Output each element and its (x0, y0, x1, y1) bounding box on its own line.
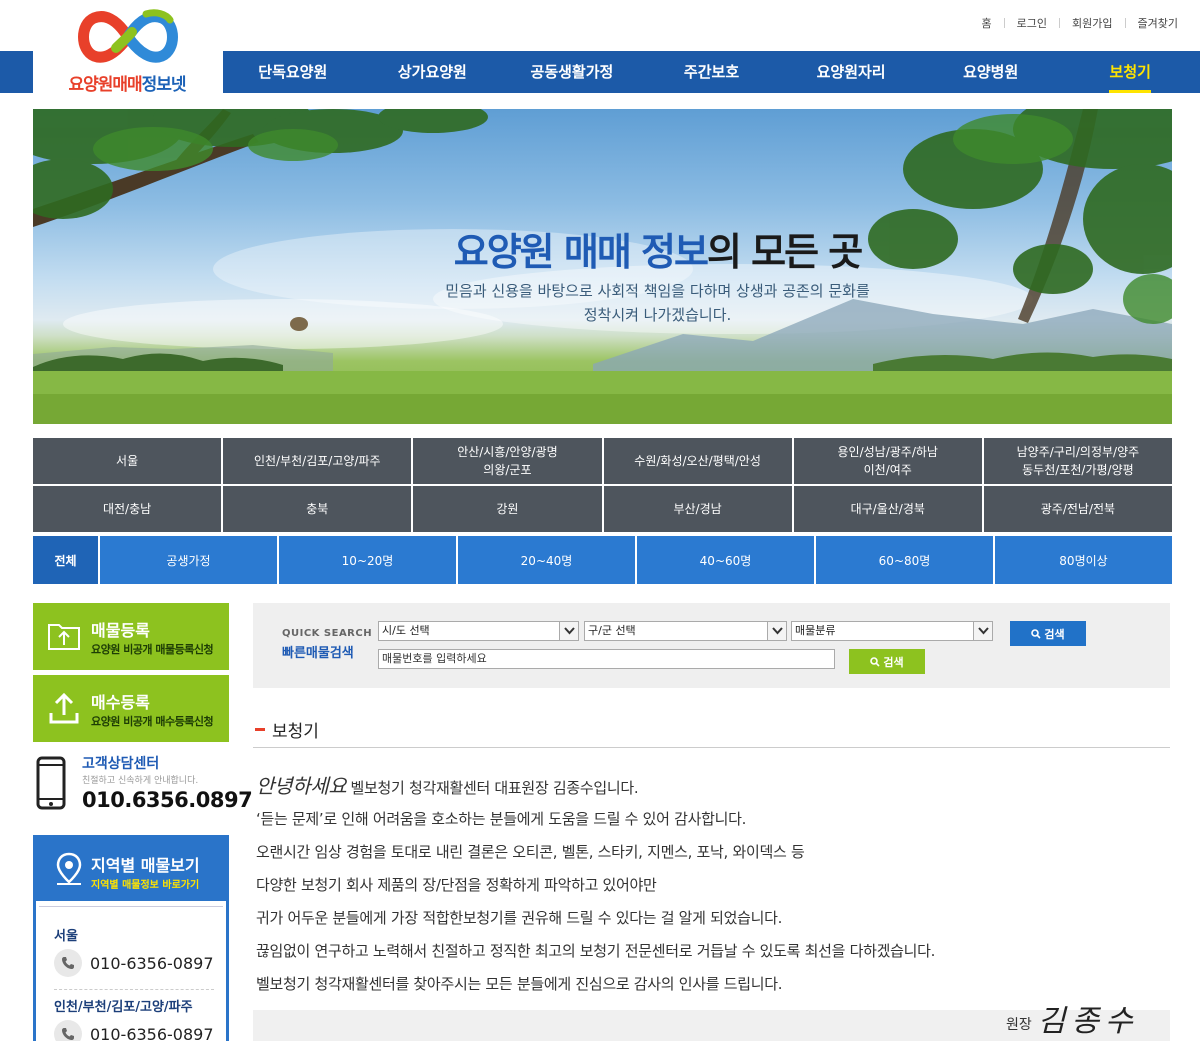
capacity-80-plus[interactable]: 80명이상 (995, 536, 1172, 584)
search-icon (1031, 628, 1041, 639)
greeting-line: 끊임없이 연구하고 노력해서 친절하고 정직한 최고의 보청기 전문센터로 거듭… (256, 942, 936, 960)
bookmark-link[interactable]: 즐겨찾기 (1126, 15, 1178, 31)
item-number-search-button[interactable]: 검색 (849, 649, 925, 674)
region-namyangju[interactable]: 남양주/구리/의정부/양주 동두천/포천/가평/양평 (983, 438, 1172, 484)
section-header: 보청기 (253, 715, 1170, 748)
signup-link[interactable]: 회원가입 (1060, 15, 1124, 31)
nav-item-day-care[interactable]: 주간보호 (642, 51, 782, 93)
banner-headline-rest: 의 모든 곳 (706, 230, 863, 274)
main-nav: 단독요양원 상가요양원 공동생활가정 주간보호 요양원자리 요양병원 보청기 (221, 51, 1200, 93)
greeting-line: ‘듣는 문제’로 인해 어려움을 호소하는 분들에게 도움을 드릴 수 있어 감… (256, 810, 747, 828)
greeting-line: 벨보청기 청각재활센터 대표원장 김종수입니다. (350, 779, 639, 797)
regional-listings-desc: 지역별 매물정보 바로가기 (91, 880, 200, 891)
area-phone-seoul[interactable]: 010-6356-0897 (54, 949, 214, 977)
mobile-phone-icon (36, 756, 66, 810)
register-listing-desc: 요양원 비공개 매물등록신청 (91, 643, 214, 656)
region-daejeon[interactable]: 대전/충남 (33, 486, 222, 532)
region-busan[interactable]: 부산/경남 (603, 486, 792, 532)
region-gangwon[interactable]: 강원 (413, 486, 602, 532)
register-purchase-desc: 요양원 비공개 매수등록신청 (91, 715, 214, 728)
folder-upload-icon (48, 624, 80, 650)
search-icon (870, 656, 880, 667)
chevron-down-icon (767, 622, 786, 640)
region-daegu[interactable]: 대구/울산/경북 (793, 486, 982, 532)
register-listing-button[interactable]: 매물등록 요양원 비공개 매물등록신청 (33, 603, 229, 670)
region-chungbuk[interactable]: 충북 (223, 486, 412, 532)
item-number-input[interactable]: 매물번호를 입력하세요 (378, 649, 835, 669)
top-links: 홈 로그인 회원가입 즐겨찾기 (970, 15, 1178, 31)
customer-center-title: 고객상담센터 (82, 756, 160, 772)
sido-select[interactable]: 시/도 선택 (378, 621, 579, 641)
capacity-40-60[interactable]: 40~60명 (637, 536, 814, 584)
section-title: 보청기 (272, 722, 319, 742)
director-signature: 원장 김종수 (1006, 996, 1139, 1040)
nav-item-nursing-home-site[interactable]: 요양원자리 (781, 51, 921, 93)
capacity-60-80[interactable]: 60~80명 (816, 536, 993, 584)
home-link[interactable]: 홈 (970, 15, 1004, 31)
region-suwon[interactable]: 수원/화성/오산/평택/안성 (603, 438, 792, 484)
greeting-script: 안녕하세요 (256, 774, 347, 798)
region-ansan[interactable]: 안산/시흥/안양/광명 의왕/군포 (413, 438, 602, 484)
logo-text-part1: 요양원매매 (68, 75, 142, 95)
nav-item-standalone-nursing-home[interactable]: 단독요양원 (223, 51, 363, 93)
logo-text-part2: 정보넷 (141, 75, 187, 95)
banner-headline-highlight: 요양원 매매 정보 (453, 230, 709, 274)
greeting-line: 귀가 어두운 분들에게 가장 적합한보청기를 권유해 드릴 수 있다는 걸 알게… (256, 909, 783, 927)
nav-item-commercial-nursing-home[interactable]: 상가요양원 (363, 51, 503, 93)
capacity-filter-row: 전체 공생가정 10~20명 20~40명 40~60명 60~80명 80명이… (33, 536, 1172, 584)
area-region-incheon: 인천/부천/김포/고양/파주 (54, 1000, 193, 1015)
category-select[interactable]: 매물분류 (791, 621, 993, 641)
region-grid: 서울 인천/부천/김포/고양/파주 안산/시흥/안양/광명 의왕/군포 수원/화… (33, 438, 1172, 532)
register-purchase-title: 매수등록 (91, 693, 150, 712)
register-purchase-button[interactable]: 매수등록 요양원 비공개 매수등록신청 (33, 675, 229, 742)
region-gwangju[interactable]: 광주/전남/전북 (983, 486, 1172, 532)
area-region-seoul: 서울 (54, 929, 78, 944)
greeting-line: 다양한 보청기 회사 제품의 장/단점을 정확하게 파악하고 있어야만 (256, 876, 657, 894)
capacity-all[interactable]: 전체 (33, 536, 98, 584)
site-logo[interactable]: 요양원매매정보넷 (33, 0, 221, 102)
capacity-group-home[interactable]: 공생가정 (100, 536, 277, 584)
region-seoul[interactable]: 서울 (33, 438, 222, 484)
map-pin-icon (56, 852, 82, 885)
capacity-20-40[interactable]: 20~40명 (458, 536, 635, 584)
search-button[interactable]: 검색 (1010, 621, 1086, 646)
capacity-10-20[interactable]: 10~20명 (279, 536, 456, 584)
phone-icon (54, 949, 82, 977)
regional-listings-title: 지역별 매물보기 (91, 856, 200, 875)
customer-center-desc: 친절하고 신속하게 안내합니다. (82, 776, 199, 786)
nav-item-nursing-hospital[interactable]: 요양병원 (921, 51, 1061, 93)
banner-subtitle-line2: 정착시켜 나가겠습니다. (583, 306, 732, 324)
chevron-down-icon (559, 622, 578, 640)
title-marker-icon (255, 728, 265, 731)
regional-listings-header[interactable]: 지역별 매물보기 지역별 매물정보 바로가기 (36, 838, 226, 901)
infinity-logo-icon (78, 9, 178, 63)
chevron-down-icon (973, 622, 992, 640)
regional-listings-box: 지역별 매물보기 지역별 매물정보 바로가기 서울 010-6356-0897 … (33, 835, 229, 1041)
nav-item-group-home[interactable]: 공동생활가정 (502, 51, 642, 93)
signature-role: 원장 (1006, 1017, 1032, 1033)
register-listing-title: 매물등록 (91, 621, 150, 640)
greeting-message: 안녕하세요 벨보청기 청각재활센터 대표원장 김종수입니다. ‘듣는 문제’로 인… (256, 770, 1156, 1001)
banner-headline: 요양원 매매 정보의 모든 곳 (33, 221, 1172, 276)
customer-center-phone[interactable]: 010.6356.0897 (82, 788, 253, 812)
divider (54, 989, 214, 990)
customer-center: 고객상담센터 친절하고 신속하게 안내합니다. 010.6356.0897 (33, 752, 253, 816)
login-link[interactable]: 로그인 (1005, 15, 1059, 31)
region-incheon[interactable]: 인천/부천/김포/고양/파주 (223, 438, 412, 484)
area-phone-incheon[interactable]: 010-6356-0897 (54, 1020, 214, 1041)
gugun-select[interactable]: 구/군 선택 (584, 621, 787, 641)
quick-search-label-ko: 빠른매물검색 (282, 646, 354, 661)
quick-search-label-en: QUICK SEARCH (282, 628, 373, 639)
greeting-line: 오랜시간 임상 경험을 토대로 내린 결론은 오티콘, 벨톤, 스타키, 지멘스… (256, 843, 805, 861)
nav-item-hearing-aid[interactable]: 보청기 (1060, 51, 1200, 93)
hero-banner: 요양원 매매 정보의 모든 곳 믿음과 신용을 바탕으로 사회적 책임을 다하며… (33, 109, 1172, 424)
upload-icon (49, 692, 79, 724)
signature-name: 김종수 (1037, 1004, 1139, 1039)
banner-subtitle-line1: 믿음과 신용을 바탕으로 사회적 책임을 다하며 상생과 공존의 문화를 (445, 282, 870, 300)
region-yongin[interactable]: 용인/성남/광주/하남 이천/여주 (793, 438, 982, 484)
quick-search-panel: QUICK SEARCH 빠른매물검색 시/도 선택 구/군 선택 매물분류 검… (253, 603, 1170, 688)
phone-icon (54, 1020, 82, 1041)
